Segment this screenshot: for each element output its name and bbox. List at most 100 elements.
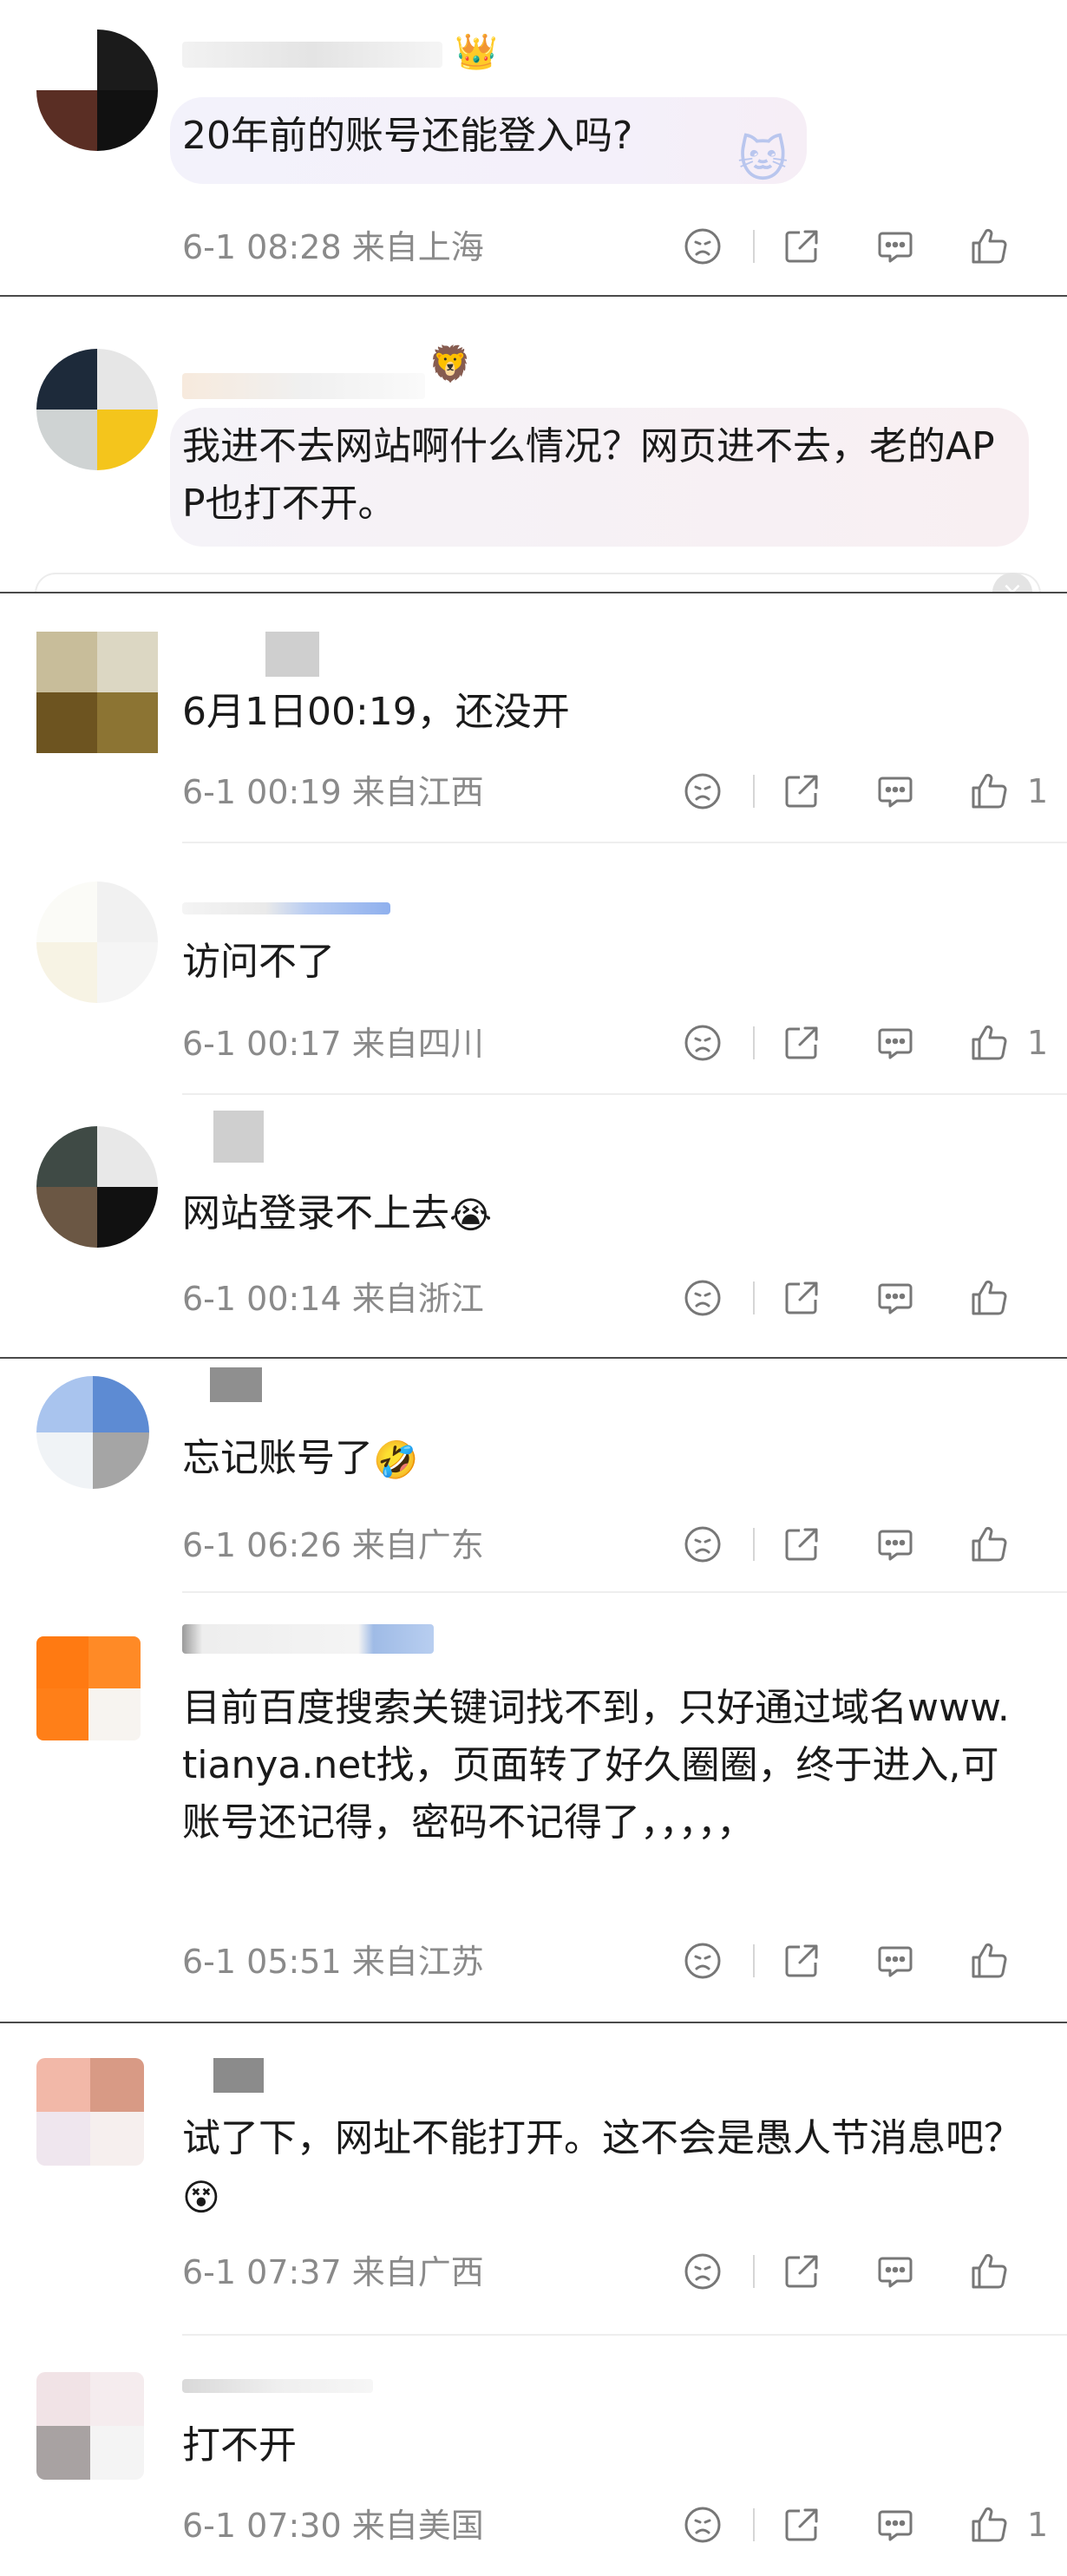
like-count: 1 <box>1027 772 1049 810</box>
username[interactable] <box>265 632 319 677</box>
crown-badge-icon: 🦁 <box>429 344 472 384</box>
thumbs-up-icon[interactable] <box>963 220 1015 272</box>
comment-bubble-icon[interactable] <box>869 220 921 272</box>
comment-item: 网站登录不上去😭 6-1 00:14 来自浙江 <box>0 1097 1067 1357</box>
action-separator <box>753 1944 755 1977</box>
share-icon[interactable] <box>776 220 828 272</box>
comment-bubble-icon[interactable] <box>869 2499 921 2551</box>
dizzy-face-icon: 😵 <box>182 2176 220 2219</box>
avatar[interactable] <box>36 632 158 753</box>
comment-meta: 6-1 00:14 来自浙江 <box>182 1280 484 1318</box>
share-icon[interactable] <box>776 765 828 817</box>
username[interactable] <box>182 42 442 68</box>
comment-actions <box>677 1272 1048 1324</box>
like-count: 1 <box>1027 1024 1049 1062</box>
username[interactable] <box>182 902 390 914</box>
comment-text: 试了下，网址不能打开。这不会是愚人节消息吧？😵 <box>182 2116 1022 2219</box>
comment-item: 🦁 我进不去网站啊什么情况？网页进不去，老的APP也打不开。 × <box>0 297 1067 613</box>
comment-meta: 6-1 07:30 来自美国 <box>182 2507 484 2545</box>
comment-meta: 6-1 00:19 来自江西 <box>182 773 484 811</box>
dislike-face-icon[interactable] <box>677 765 729 817</box>
share-icon[interactable] <box>776 1518 828 1570</box>
comment-actions <box>677 1518 1048 1570</box>
comment-actions: 1 <box>677 2499 1048 2551</box>
comment-text: 忘记账号了🤣 <box>182 1436 419 1481</box>
username[interactable] <box>182 2379 373 2393</box>
action-separator <box>753 1281 755 1314</box>
thumbs-up-icon[interactable] <box>963 765 1015 817</box>
dislike-face-icon[interactable] <box>677 1518 729 1570</box>
comment-bubble-icon[interactable] <box>869 1518 921 1570</box>
username[interactable] <box>210 1367 262 1402</box>
username[interactable] <box>182 1624 434 1654</box>
comment-bubble-icon[interactable] <box>869 765 921 817</box>
action-separator <box>753 775 755 808</box>
comment-item: 打不开 6-1 07:30 来自美国 1 <box>0 2337 1067 2576</box>
thumbs-up-icon[interactable] <box>963 1518 1015 1570</box>
share-icon[interactable] <box>776 1017 828 1069</box>
comment-meta: 6-1 08:28 来自上海 <box>182 228 484 266</box>
thumbs-up-icon[interactable] <box>963 2499 1015 2551</box>
comment-actions: 1 <box>677 1017 1048 1069</box>
share-icon[interactable] <box>776 2245 828 2297</box>
comment-meta: 6-1 06:26 来自广东 <box>182 1526 484 1564</box>
comment-text: 目前百度搜索关键词找不到，只好通过域名www.tianya.net找，页面转了好… <box>182 1686 1010 1845</box>
avatar[interactable] <box>36 882 158 1003</box>
action-separator <box>753 1528 755 1561</box>
comment-item: 目前百度搜索关键词找不到，只好通过域名www.tianya.net找，页面转了好… <box>0 1595 1067 2022</box>
action-separator <box>753 1026 755 1059</box>
like-count: 1 <box>1027 2506 1049 2544</box>
username[interactable] <box>213 2058 264 2093</box>
action-separator <box>753 2255 755 2288</box>
comment-item: 试了下，网址不能打开。这不会是愚人节消息吧？😵 6-1 07:37 来自广西 <box>0 2023 1067 2336</box>
comment-text: 网站登录不上去😭 <box>182 1191 493 1236</box>
comment-actions <box>677 2245 1048 2297</box>
thumbs-up-icon[interactable] <box>963 1272 1015 1324</box>
action-separator <box>753 2508 755 2541</box>
comment-item: 👑 🐱 20年前的账号还能登入吗? 6-1 08:28 来自上海 <box>0 0 1067 297</box>
row-separator <box>182 2334 1067 2336</box>
comment-item: 访问不了 6-1 00:17 来自四川 1 <box>0 845 1067 1095</box>
comment-meta: 6-1 05:51 来自江苏 <box>182 1943 484 1981</box>
avatar[interactable] <box>36 349 158 470</box>
share-icon[interactable] <box>776 2499 828 2551</box>
comment-text: 访问不了 <box>182 940 335 984</box>
row-separator <box>182 1093 1067 1095</box>
thumbs-up-icon[interactable] <box>963 1935 1015 1987</box>
thumbs-up-icon[interactable] <box>963 1017 1015 1069</box>
share-icon[interactable] <box>776 1272 828 1324</box>
comment-item: 忘记账号了🤣 6-1 06:26 来自广东 <box>0 1359 1067 1593</box>
row-separator <box>182 842 1067 843</box>
dislike-face-icon[interactable] <box>677 1935 729 1987</box>
comment-bubble-icon[interactable] <box>869 2245 921 2297</box>
avatar[interactable] <box>36 2058 144 2166</box>
avatar[interactable] <box>36 2372 144 2480</box>
avatar[interactable] <box>36 1126 158 1248</box>
avatar[interactable] <box>36 1376 149 1489</box>
comment-text: 我进不去网站啊什么情况？网页进不去，老的APP也打不开。 <box>182 424 995 526</box>
comment-bubble-icon[interactable] <box>869 1935 921 1987</box>
dislike-face-icon[interactable] <box>677 220 729 272</box>
comment-text: 6月1日00:19，还没开 <box>182 690 570 734</box>
username[interactable] <box>213 1111 264 1163</box>
share-icon[interactable] <box>776 1935 828 1987</box>
row-separator <box>182 1591 1067 1593</box>
dislike-face-icon[interactable] <box>677 1272 729 1324</box>
comment-bubble-icon[interactable] <box>869 1272 921 1324</box>
dislike-face-icon[interactable] <box>677 1017 729 1069</box>
laughing-face-icon: 🤣 <box>373 1439 419 1481</box>
crown-badge-icon: 👑 <box>455 32 498 72</box>
comment-bubble-icon[interactable] <box>869 1017 921 1069</box>
comment-text: 打不开 <box>182 2423 297 2468</box>
comment-meta: 6-1 00:17 来自四川 <box>182 1025 484 1063</box>
comment-actions <box>677 220 1048 272</box>
comment-actions <box>677 1935 1048 1987</box>
avatar[interactable] <box>36 1636 141 1740</box>
avatar[interactable] <box>36 29 158 151</box>
action-separator <box>753 230 755 263</box>
dislike-face-icon[interactable] <box>677 2499 729 2551</box>
comment-text: 20年前的账号还能登入吗? <box>182 114 633 158</box>
dislike-face-icon[interactable] <box>677 2245 729 2297</box>
username[interactable] <box>182 373 425 399</box>
thumbs-up-icon[interactable] <box>963 2245 1015 2297</box>
